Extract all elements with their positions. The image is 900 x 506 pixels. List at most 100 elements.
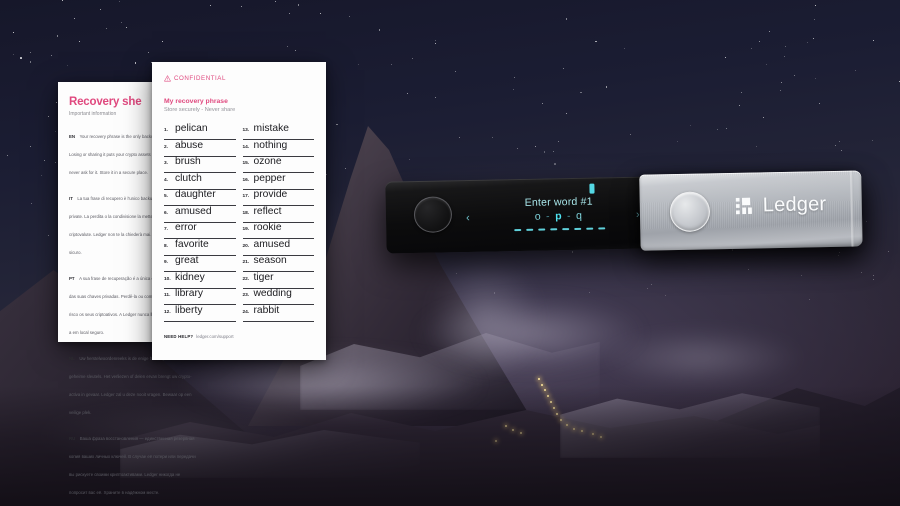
word-number: 2.: [164, 144, 169, 150]
word-number: 23.: [242, 293, 250, 298]
word-text: kidney: [175, 271, 205, 283]
confidential-banner: CONFIDENTIAL: [164, 75, 314, 82]
word-text: great: [175, 255, 199, 266]
letter-selector: o - p - q: [494, 209, 624, 223]
recovery-word-row: 19. rookie: [242, 222, 314, 239]
ledger-nano-x-device: Enter word #1 ‹ › o - p - q Ledger: [385, 170, 863, 261]
word-number: 21.: [242, 260, 250, 265]
recovery-word-row: 8. favorite: [164, 238, 236, 256]
letter-next[interactable]: q: [576, 210, 583, 222]
recovery-word-row: 21. season: [242, 255, 314, 272]
recovery-word-row: 11. library: [164, 288, 236, 305]
word-number: 15.: [242, 161, 250, 166]
word-dash: [573, 227, 581, 230]
recovery-word-grid: 1. pelican 2. abuse 3. brush 4. clutch 5. daughte…: [164, 123, 314, 322]
word-text: season: [253, 255, 287, 266]
word-column-right: 13. mistake 14. nothing 15. ozone 16. pepper 17.…: [242, 123, 314, 322]
word-number: 8.: [164, 243, 169, 249]
word-number: 19.: [242, 227, 250, 232]
word-number: 18.: [242, 210, 250, 216]
word-text: clutch: [175, 172, 202, 184]
language-code: RU: [69, 436, 76, 441]
word-number: 20.: [242, 243, 250, 249]
word-number: 12.: [164, 309, 171, 315]
word-text: amused: [175, 205, 212, 217]
recovery-word-row: 1. pelican: [164, 123, 236, 140]
device-cover: Ledger: [639, 170, 863, 251]
language-code: NL: [69, 356, 75, 361]
mist-plume: [430, 258, 540, 378]
mist-cloud-3: [600, 330, 800, 386]
word-number: 5.: [164, 194, 169, 199]
word-number: 14.: [242, 144, 250, 150]
word-text: abuse: [175, 139, 204, 151]
language-code: IT: [69, 196, 73, 201]
word-number: 9.: [164, 260, 169, 265]
recovery-word-row: 5. daughter: [164, 189, 236, 206]
chevron-left-icon[interactable]: ‹: [466, 212, 470, 224]
word-text: nothing: [253, 139, 288, 151]
recovery-word-row: 2. abuse: [164, 139, 236, 157]
word-text: provide: [253, 189, 288, 200]
word-text: pepper: [253, 172, 286, 184]
word-number: 1.: [164, 128, 169, 133]
help-url[interactable]: ledger.com/support: [196, 334, 233, 339]
word-number: 4.: [164, 177, 169, 183]
letter-previous[interactable]: o: [535, 211, 542, 223]
brand-lockup: Ledger: [735, 193, 827, 218]
word-dash: [549, 228, 557, 231]
recovery-word-row: 18. reflect: [242, 205, 314, 223]
word-number: 3.: [164, 161, 169, 166]
word-text: reflect: [253, 205, 282, 217]
word-text: rookie: [253, 222, 282, 233]
device-screen: Enter word #1 ‹ › o - p - q: [405, 180, 656, 249]
word-text: wedding: [253, 288, 292, 299]
word-dash: [537, 228, 545, 231]
recovery-word-row: 17. provide: [242, 189, 314, 206]
recovery-word-row: 20. amused: [242, 238, 314, 256]
recovery-word-row: 7. error: [164, 222, 236, 239]
word-text: error: [175, 222, 197, 233]
word-text: rabbit: [253, 304, 280, 316]
recovery-word-row: 15. ozone: [242, 156, 314, 173]
recovery-word-row: 3. brush: [164, 156, 236, 173]
word-text: favorite: [175, 238, 209, 250]
ledger-logo-icon: [735, 197, 752, 214]
recovery-word-row: 4. clutch: [164, 172, 236, 190]
word-number: 24.: [242, 309, 250, 315]
phrase-card-subtitle: Store securely - Never share: [164, 107, 236, 113]
word-dash: [597, 227, 605, 230]
help-footer: NEED HELP? ledger.com/support: [164, 334, 314, 339]
word-text: amused: [253, 238, 291, 250]
battery-icon: [589, 183, 595, 194]
confidential-label: CONFIDENTIAL: [174, 75, 226, 82]
letter-selected[interactable]: p: [555, 210, 563, 222]
word-number: 6.: [164, 210, 169, 216]
recovery-word-row: 12. liberty: [164, 305, 236, 322]
word-column-left: 1. pelican 2. abuse 3. brush 4. clutch 5. daughte…: [164, 123, 236, 322]
language-text: Uw herstelwoordenreeks is de enige back-…: [69, 356, 192, 415]
recovery-word-row: 22. tiger: [242, 272, 314, 289]
recovery-word-row: 14. nothing: [242, 139, 314, 157]
word-number: 11.: [164, 293, 171, 298]
letter-separator-left: -: [546, 210, 552, 223]
letter-separator-right: -: [566, 210, 572, 223]
word-number: 7.: [164, 227, 169, 232]
word-text: library: [175, 288, 204, 299]
word-dash: [513, 228, 521, 232]
word-text: mistake: [253, 123, 289, 134]
word-text: ozone: [253, 156, 282, 167]
recovery-phrase-card: CONFIDENTIAL My recovery phrase Store se…: [152, 62, 326, 360]
recovery-word-row: 10. kidney: [164, 271, 236, 289]
word-dash: [561, 228, 569, 231]
recovery-word-row: 24. rabbit: [242, 304, 314, 322]
warning-triangle-icon: [164, 75, 171, 82]
word-number: 17.: [242, 194, 250, 199]
brand-name: Ledger: [762, 193, 827, 217]
language-text: Ваша фраза восстановления — единственная…: [69, 436, 196, 495]
word-dash: [585, 227, 593, 230]
word-number: 16.: [242, 177, 250, 183]
word-number: 10.: [164, 276, 171, 282]
word-text: pelican: [175, 123, 208, 134]
recovery-word-row: 23. wedding: [242, 288, 314, 305]
